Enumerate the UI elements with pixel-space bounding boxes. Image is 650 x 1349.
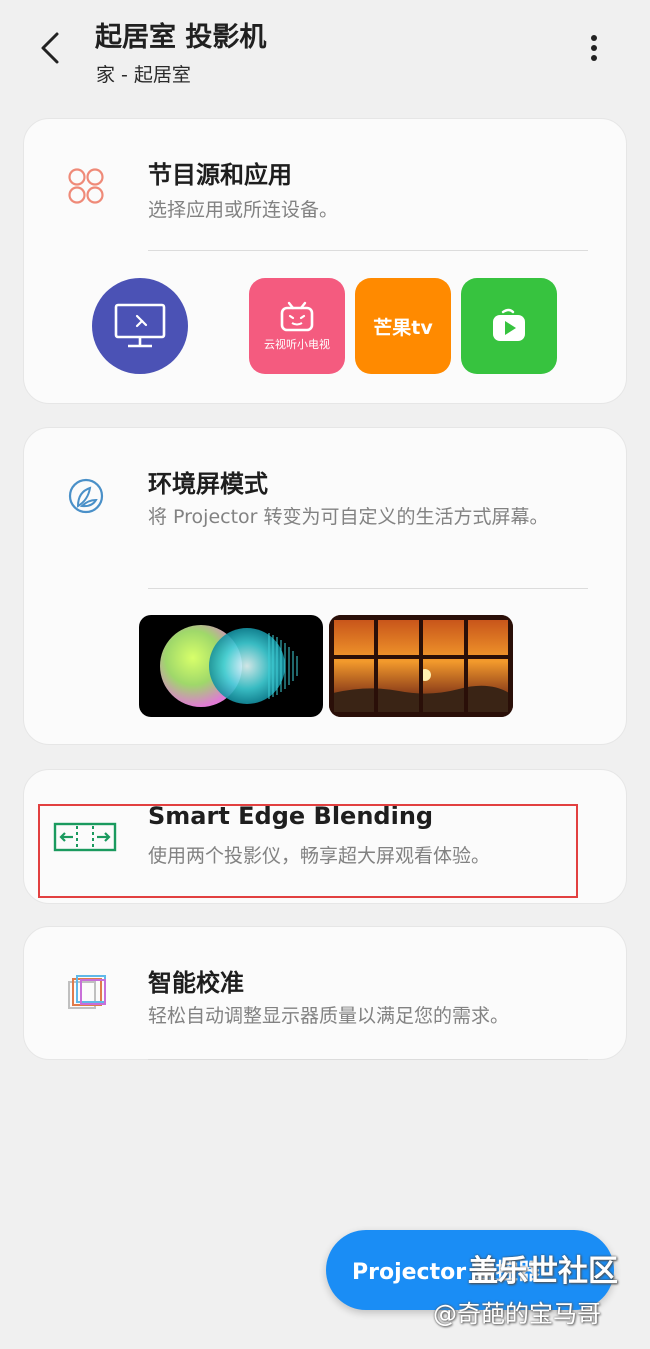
more-vertical-icon xyxy=(591,35,597,61)
ambient-leaf-icon xyxy=(64,474,108,518)
chevron-left-icon xyxy=(41,32,59,64)
bilibili-tv-icon xyxy=(280,301,314,332)
calibration-description: 轻松自动调整显示器质量以满足您的需求。 xyxy=(148,1005,510,1027)
mango-tv-icon: 芒果tv xyxy=(373,316,433,339)
ambient-title: 环境屏模式 xyxy=(148,470,268,498)
apps-grid-icon xyxy=(64,164,108,208)
divider xyxy=(148,588,588,589)
edge-blending-title: Smart Edge Blending xyxy=(148,802,434,830)
calibration-card[interactable]: 智能校准 轻松自动调整显示器质量以满足您的需求。 xyxy=(23,926,627,1060)
screen-mirror-icon xyxy=(114,303,166,348)
sources-title: 节目源和应用 xyxy=(148,161,292,189)
more-options-button[interactable] xyxy=(578,28,610,68)
ambient-card[interactable]: 环境屏模式 将 Projector 转变为可自定义的生活方式屏幕。 xyxy=(23,427,627,745)
watermark-site: 盖乐世社区 xyxy=(468,1254,618,1289)
edge-blend-icon xyxy=(52,820,118,854)
app-header: 起居室 投影机 家 - 起居室 xyxy=(0,0,650,100)
divider xyxy=(148,250,588,251)
page-subtitle: 家 - 起居室 xyxy=(96,64,191,86)
calibration-frames-icon xyxy=(64,971,110,1017)
back-button[interactable] xyxy=(30,28,70,68)
screen-mirror-button[interactable] xyxy=(92,278,188,374)
app-tile-bilibili[interactable]: 云视听小电视 xyxy=(249,278,345,374)
gradient-orbs-thumb[interactable] xyxy=(139,615,323,717)
page-title: 起居室 投影机 xyxy=(95,22,267,53)
sources-card[interactable]: 节目源和应用 选择应用或所连设备。 云视听小电视 芒果tv xyxy=(23,118,627,404)
sources-description: 选择应用或所连设备。 xyxy=(148,199,339,221)
app-tile-label: 云视听小电视 xyxy=(264,338,330,351)
app-tile-mango-tv[interactable]: 芒果tv xyxy=(355,278,451,374)
sunset-window-thumb[interactable] xyxy=(329,615,513,717)
ambient-description: 将 Projector 转变为可自定义的生活方式屏幕。 xyxy=(148,506,549,528)
calibration-title: 智能校准 xyxy=(148,969,244,997)
app-tile-video[interactable] xyxy=(461,278,557,374)
video-play-icon xyxy=(493,308,525,341)
edge-blending-card[interactable]: Smart Edge Blending 使用两个投影仪，畅享超大屏观看体验。 xyxy=(23,769,627,904)
divider xyxy=(148,1059,588,1060)
watermark-author: @奇葩的宝马哥 xyxy=(433,1300,601,1328)
edge-blending-description: 使用两个投影仪，畅享超大屏观看体验。 xyxy=(148,845,491,867)
